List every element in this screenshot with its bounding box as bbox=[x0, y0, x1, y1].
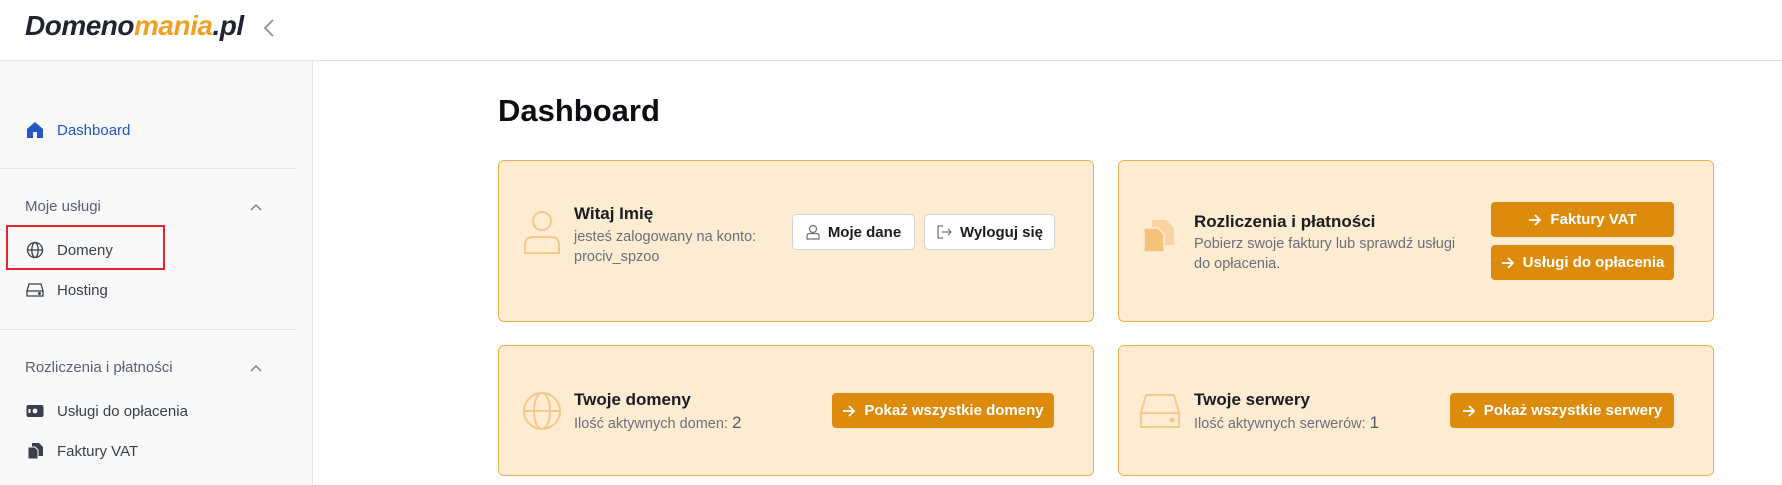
domains-count-row: Ilość aktywnych domen: 2 bbox=[574, 413, 741, 434]
highlight-box bbox=[6, 225, 165, 270]
user-icon bbox=[806, 224, 820, 240]
button-label: Faktury VAT bbox=[1550, 211, 1637, 228]
hard-drive-icon bbox=[25, 280, 45, 300]
domains-card: Twoje domeny Ilość aktywnych domen: 2 Po… bbox=[498, 345, 1094, 476]
section-title: Moje usługi bbox=[25, 198, 101, 215]
billing-card: Rozliczenia i płatności Pobierz swoje fa… bbox=[1118, 160, 1714, 322]
hard-drive-icon bbox=[1140, 394, 1180, 428]
user-icon bbox=[524, 211, 560, 254]
my-data-button[interactable]: Moje dane bbox=[792, 214, 915, 250]
arrow-right-icon bbox=[1501, 256, 1514, 269]
welcome-card: Witaj Imię jesteś zalogowany na konto: p… bbox=[498, 160, 1094, 322]
welcome-line1: jesteś zalogowany na konto: bbox=[574, 229, 757, 245]
sidebar-item-label: Hosting bbox=[57, 281, 108, 299]
documents-icon bbox=[25, 441, 45, 461]
sidebar-item-hosting[interactable]: Hosting bbox=[25, 278, 108, 302]
servers-count: 1 bbox=[1369, 413, 1380, 432]
logout-icon bbox=[937, 225, 952, 239]
sidebar-item-faktury-vat[interactable]: Faktury VAT bbox=[25, 439, 138, 463]
billing-desc-line2: do opłacenia. bbox=[1194, 256, 1281, 272]
button-label: Usługi do opłacenia bbox=[1522, 254, 1665, 271]
documents-icon bbox=[1143, 220, 1174, 253]
domains-title: Twoje domeny bbox=[574, 390, 691, 409]
arrow-right-icon bbox=[1462, 404, 1476, 417]
servers-count-label: Ilość aktywnych serwerów: bbox=[1194, 416, 1366, 432]
section-rozliczenia[interactable]: Rozliczenia i płatności bbox=[25, 359, 263, 376]
top-bar: Domenomania.pl bbox=[0, 0, 1782, 61]
invoices-button[interactable]: Faktury VAT bbox=[1491, 202, 1674, 237]
billing-desc-line1: Pobierz swoje faktury lub sprawdź usługi bbox=[1194, 236, 1456, 252]
main-content: Dashboard Witaj Imię jesteś zalogowany n… bbox=[313, 61, 1782, 485]
sidebar-item-uslugi-do-oplacenia[interactable]: Usługi do opłacenia bbox=[25, 399, 188, 423]
chevron-up-icon bbox=[250, 364, 262, 372]
button-label: Pokaż wszystkie serwery bbox=[1483, 402, 1663, 419]
servers-card: Twoje serwery Ilość aktywnych serwerów: … bbox=[1118, 345, 1714, 476]
button-label: Wyloguj się bbox=[959, 223, 1044, 241]
home-icon bbox=[25, 120, 45, 140]
billing-title: Rozliczenia i płatności bbox=[1194, 212, 1376, 231]
logout-button[interactable]: Wyloguj się bbox=[924, 214, 1055, 250]
show-all-domains-button[interactable]: Pokaż wszystkie domeny bbox=[832, 393, 1054, 428]
arrow-right-icon bbox=[843, 404, 856, 417]
domains-count-label: Ilość aktywnych domen: bbox=[574, 416, 728, 432]
sidebar-item-dashboard[interactable]: Dashboard bbox=[25, 118, 130, 142]
domains-count: 2 bbox=[731, 413, 742, 432]
account-name: prociv_spzoo bbox=[574, 249, 660, 265]
welcome-title: Witaj Imię bbox=[574, 204, 654, 223]
chevron-left-icon bbox=[263, 19, 274, 37]
sidebar: Dashboard Moje usługi Domeny Hosting Roz… bbox=[0, 61, 313, 485]
payment-icon bbox=[25, 401, 45, 421]
sidebar-item-label: Usługi do opłacenia bbox=[57, 402, 188, 420]
divider bbox=[0, 329, 296, 330]
section-title: Rozliczenia i płatności bbox=[25, 359, 173, 376]
brand-logo[interactable]: Domenomania.pl bbox=[25, 10, 244, 42]
divider bbox=[0, 168, 296, 169]
chevron-up-icon bbox=[250, 203, 262, 211]
show-all-servers-button[interactable]: Pokaż wszystkie serwery bbox=[1450, 393, 1674, 428]
servers-title: Twoje serwery bbox=[1194, 390, 1310, 409]
servers-count-row: Ilość aktywnych serwerów: 1 bbox=[1194, 413, 1379, 434]
page-title: Dashboard bbox=[498, 93, 660, 128]
button-label: Moje dane bbox=[827, 223, 902, 241]
section-moje-uslugi[interactable]: Moje usługi bbox=[25, 198, 263, 215]
collapse-sidebar-button[interactable] bbox=[260, 14, 280, 42]
button-label: Pokaż wszystkie domeny bbox=[864, 402, 1044, 419]
globe-icon bbox=[523, 392, 561, 430]
unpaid-services-button[interactable]: Usługi do opłacenia bbox=[1491, 245, 1674, 280]
sidebar-item-label: Dashboard bbox=[57, 121, 131, 139]
sidebar-item-label: Faktury VAT bbox=[57, 442, 139, 460]
arrow-right-icon bbox=[1529, 213, 1542, 226]
